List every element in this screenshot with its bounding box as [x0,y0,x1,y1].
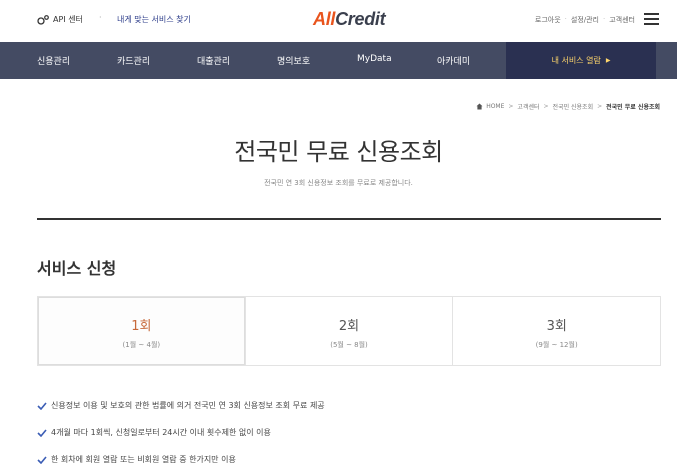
separator-dot: · [564,15,567,23]
customer-center-link[interactable]: 고객센터 [609,15,635,25]
section-title: 서비스 신청 [37,259,117,278]
list-item-text: 신용정보 이용 및 보호의 관한 법률에 의거 전국민 연 3회 신용정보 조회… [51,401,325,410]
nav-item-mydata[interactable]: MyData [357,54,392,64]
round-tabs: 1회 (1월 ~ 4월) 2회 (5월 ~ 8월) 3회 (9월 ~ 12월) [37,296,661,366]
api-center-link[interactable]: API 센터 [37,14,83,25]
list-item: 4개월 마다 1회씩, 신청일로부터 24시간 이내 횟수제한 없이 이용 [37,428,325,437]
utility-links: 로그아웃 · 설정/관리 · 고객센터 [535,15,635,25]
info-list: 신용정보 이용 및 보호의 관한 법률에 의거 전국민 연 3회 신용정보 조회… [37,401,325,466]
section-divider [37,218,661,220]
separator-dot: · [99,13,102,22]
breadcrumb-current: 전국민 무료 신용조회 [606,104,660,111]
breadcrumb-separator: > [543,103,549,110]
my-service-button[interactable]: 내 서비스 열람 ▶ [506,42,656,79]
tab-range: (5월 ~ 8월) [330,341,368,349]
tab-range: (9월 ~ 12월) [535,341,578,349]
tab-round-1[interactable]: 1회 (1월 ~ 4월) [38,297,246,365]
tab-label: 1회 [131,319,152,334]
separator-dot: · [603,15,606,23]
logo-all: All [313,9,336,29]
nav-item-academy[interactable]: 아카데미 [437,54,470,67]
tab-label: 2회 [338,319,360,334]
api-center-label: API 센터 [53,15,83,24]
tab-round-3[interactable]: 3회 (9월 ~ 12월) [453,297,661,365]
tab-range: (1월 ~ 4월) [122,341,161,349]
main-nav: 신용관리 카드관리 대출관리 명의보호 MyData 아카데미 내 서비스 열람… [0,42,677,79]
breadcrumb-credit-check[interactable]: 전국민 신용조회 [553,102,594,111]
page-subtitle: 전국민 연 3회 신용정보 조회를 무료로 제공합니다. [264,179,413,187]
logout-link[interactable]: 로그아웃 [535,15,561,25]
breadcrumb-separator: > [508,103,514,110]
nav-item-card[interactable]: 카드관리 [117,54,150,67]
nav-item-loan[interactable]: 대출관리 [197,54,230,67]
home-icon [476,103,483,110]
breadcrumb-customer-center[interactable]: 고객센터 [517,102,539,111]
breadcrumb-separator: > [597,103,603,110]
list-item: 한 회차에 회원 열람 또는 비회원 열람 중 한가지만 이용 [37,455,325,464]
tab-round-2[interactable]: 2회 (5월 ~ 8월) [245,297,454,365]
allcredit-logo[interactable]: AllCredit [313,9,386,30]
list-item-text: 한 회차에 회원 열람 또는 비회원 열람 중 한가지만 이용 [51,455,236,464]
top-bar: API 센터 · 내게 맞는 서비스 찾기 AllCredit 로그아웃 · 설… [0,0,677,42]
check-icon [37,455,47,464]
list-item-text: 4개월 마다 1회씩, 신청일로부터 24시간 이내 횟수제한 없이 이용 [51,428,271,437]
my-service-label: 내 서비스 열람 [551,56,601,65]
api-icon [37,14,49,25]
breadcrumb: HOME > 고객센터 > 전국민 신용조회 > 전국민 무료 신용조회 [476,102,660,111]
nav-item-identity[interactable]: 명의보호 [277,54,310,67]
find-service-link[interactable]: 내게 맞는 서비스 찾기 [117,14,191,25]
check-icon [37,428,47,437]
check-icon [37,401,47,410]
menu-icon[interactable] [644,13,659,25]
triangle-right-icon: ▶ [605,57,611,64]
nav-item-credit[interactable]: 신용관리 [37,54,70,67]
list-item: 신용정보 이용 및 보호의 관한 법률에 의거 전국민 연 3회 신용정보 조회… [37,401,325,410]
settings-link[interactable]: 설정/관리 [571,15,599,25]
logo-credit: Credit [335,9,386,29]
page-title: 전국민 무료 신용조회 [234,138,443,166]
tab-label: 3회 [546,319,567,334]
breadcrumb-home[interactable]: HOME [486,103,504,110]
